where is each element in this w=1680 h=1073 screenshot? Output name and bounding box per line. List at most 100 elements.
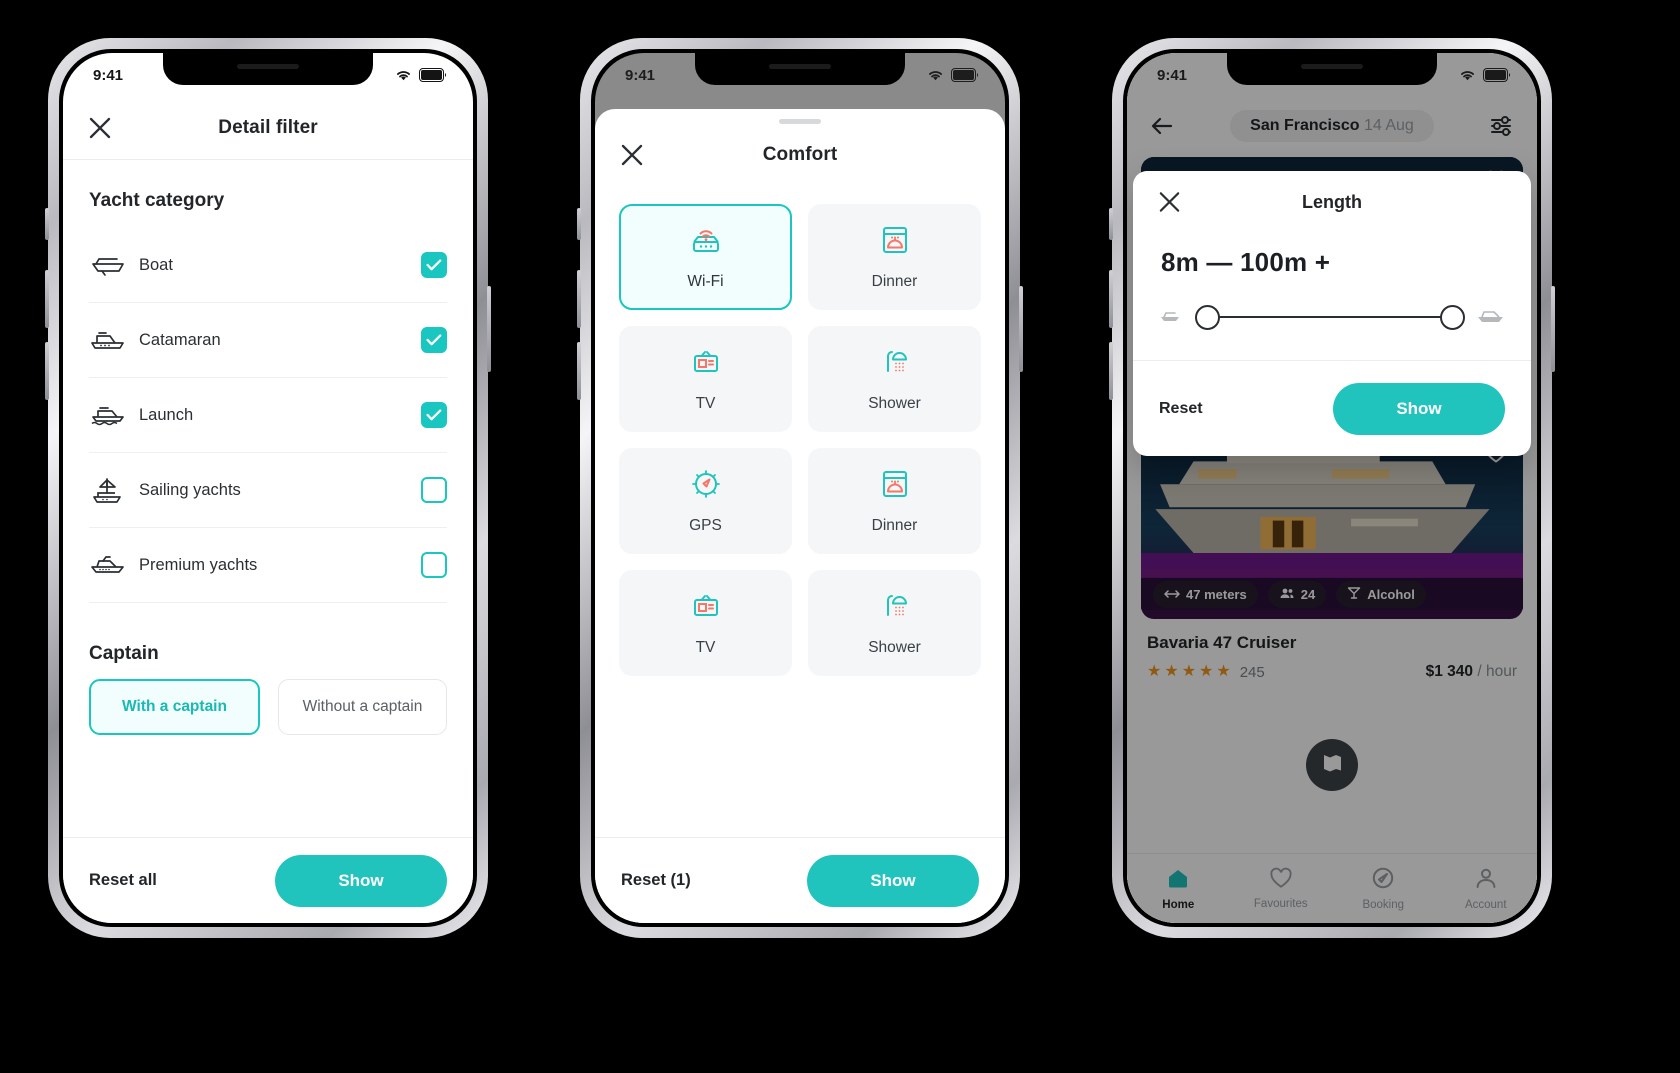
list-item-label: Premium yachts <box>139 555 258 574</box>
tile-label: GPS <box>689 517 722 534</box>
volume-down-button[interactable] <box>45 342 49 400</box>
list-item[interactable]: Sailing yachts <box>89 453 447 528</box>
power-button[interactable] <box>1019 286 1023 372</box>
detail-filter-body: Detail filter Yacht category Boat Catama… <box>63 97 473 923</box>
checkbox-catamaran[interactable] <box>421 327 447 353</box>
tile-shower-2[interactable]: Shower <box>808 570 981 676</box>
length-slider[interactable] <box>1195 304 1465 330</box>
shower-icon <box>877 589 913 628</box>
reset-button[interactable]: Reset (1) <box>621 871 691 890</box>
show-button[interactable]: Show <box>807 854 979 907</box>
list-item[interactable]: Boat <box>89 228 447 303</box>
list-item[interactable]: Launch <box>89 378 447 453</box>
mute-switch[interactable] <box>45 208 49 240</box>
premium-yacht-icon <box>89 552 135 578</box>
volume-up-button[interactable] <box>577 270 581 328</box>
tv-icon <box>688 589 724 628</box>
sheet-spacer <box>595 676 1005 837</box>
screen-comfort: 9:41 Comfort Wi-Fi Dinner TV Shower GPS … <box>595 53 1005 923</box>
tile-tv[interactable]: TV <box>619 326 792 432</box>
wifi-router-icon <box>687 223 725 262</box>
mute-switch[interactable] <box>1109 208 1113 240</box>
battery-icon <box>951 68 979 82</box>
comfort-header: Comfort <box>595 124 1005 186</box>
tile-dinner-2[interactable]: Dinner <box>808 448 981 554</box>
show-button[interactable]: Show <box>275 854 447 907</box>
volume-up-button[interactable] <box>1109 270 1113 328</box>
section-title-captain: Captain <box>89 643 159 664</box>
list-item-label: Boat <box>139 255 173 274</box>
volume-down-button[interactable] <box>577 342 581 400</box>
tile-label: Dinner <box>871 273 918 290</box>
length-filter-modal: Length 8m — 100m + Reset Show <box>1133 171 1531 456</box>
sailing-yacht-icon <box>89 475 135 505</box>
phone-length-filter: San Francisco 14 Aug 47 meters 24 Alcoho… <box>1109 38 1555 938</box>
tile-tv-2[interactable]: TV <box>619 570 792 676</box>
show-button[interactable]: Show <box>1333 382 1505 435</box>
length-slider-row <box>1133 278 1531 360</box>
notch <box>695 53 905 85</box>
captain-option-with[interactable]: With a captain <box>89 679 260 735</box>
wifi-icon <box>1458 68 1477 82</box>
phone-comfort: 9:41 Comfort Wi-Fi Dinner TV Shower GPS … <box>577 38 1023 938</box>
modal-title: Length <box>1302 191 1362 212</box>
modal-footer: Reset Show <box>1133 360 1531 456</box>
tile-dinner[interactable]: Dinner <box>808 204 981 310</box>
close-icon[interactable] <box>1157 190 1182 215</box>
checkbox-launch[interactable] <box>421 402 447 428</box>
status-icons <box>926 68 979 82</box>
wifi-icon <box>926 68 945 82</box>
tile-gps[interactable]: GPS <box>619 448 792 554</box>
checkbox-premium-yachts[interactable] <box>421 552 447 578</box>
volume-up-button[interactable] <box>45 270 49 328</box>
wifi-icon <box>394 68 413 82</box>
mute-switch[interactable] <box>577 208 581 240</box>
reset-all-button[interactable]: Reset all <box>89 871 157 890</box>
list-item-label: Sailing yachts <box>139 480 241 499</box>
status-icons <box>1458 68 1511 82</box>
close-icon[interactable] <box>87 115 113 141</box>
modal-header: Length <box>1133 171 1531 233</box>
power-button[interactable] <box>487 286 491 372</box>
battery-icon <box>1483 68 1511 82</box>
length-range-value: 8m — 100m + <box>1161 247 1331 277</box>
checkbox-boat[interactable] <box>421 252 447 278</box>
close-icon[interactable] <box>619 142 645 168</box>
page-title: Detail filter <box>218 117 318 138</box>
list-item[interactable]: Premium yachts <box>89 528 447 603</box>
page-title: Comfort <box>762 144 838 165</box>
comfort-sheet: Comfort Wi-Fi Dinner TV Shower GPS Dinne… <box>595 109 1005 923</box>
tile-label: Wi-Fi <box>687 273 724 290</box>
screen-detail-filter: 9:41 Detail filter Yacht category Boat C… <box>63 53 473 923</box>
power-button[interactable] <box>1551 286 1555 372</box>
volume-down-button[interactable] <box>1109 342 1113 400</box>
slider-knob-min[interactable] <box>1195 304 1220 330</box>
list-item-label: Launch <box>139 405 194 424</box>
detail-filter-footer: Reset all Show <box>63 837 473 923</box>
slider-track <box>1207 315 1453 319</box>
tile-wifi[interactable]: Wi-Fi <box>619 204 792 310</box>
battery-icon <box>419 68 447 82</box>
shower-icon <box>877 345 913 384</box>
phone-bezel: 9:41 Detail filter Yacht category Boat C… <box>59 49 477 927</box>
tile-label: Shower <box>868 639 921 656</box>
slider-knob-max[interactable] <box>1440 304 1465 330</box>
tv-icon <box>688 345 724 384</box>
launch-icon <box>89 402 135 428</box>
tile-shower[interactable]: Shower <box>808 326 981 432</box>
captain-option-without[interactable]: Without a captain <box>278 679 447 735</box>
status-time: 9:41 <box>625 66 656 84</box>
comfort-tile-grid: Wi-Fi Dinner TV Shower GPS Dinner TV Sho… <box>595 186 1005 676</box>
phone-bezel: San Francisco 14 Aug 47 meters 24 Alcoho… <box>1123 49 1541 927</box>
filter-scroll-area[interactable]: Yacht category Boat Catamaran Launch Sai… <box>63 160 473 837</box>
checkbox-sailing-yachts[interactable] <box>421 477 447 503</box>
status-icons <box>394 68 447 82</box>
detail-filter-header: Detail filter <box>63 97 473 159</box>
boat-icon <box>89 252 135 278</box>
list-item-label: Catamaran <box>139 330 221 349</box>
list-item[interactable]: Catamaran <box>89 303 447 378</box>
reset-button[interactable]: Reset <box>1159 400 1203 418</box>
tile-label: TV <box>695 395 716 412</box>
large-yacht-icon <box>1477 306 1505 329</box>
status-time: 9:41 <box>93 66 124 84</box>
